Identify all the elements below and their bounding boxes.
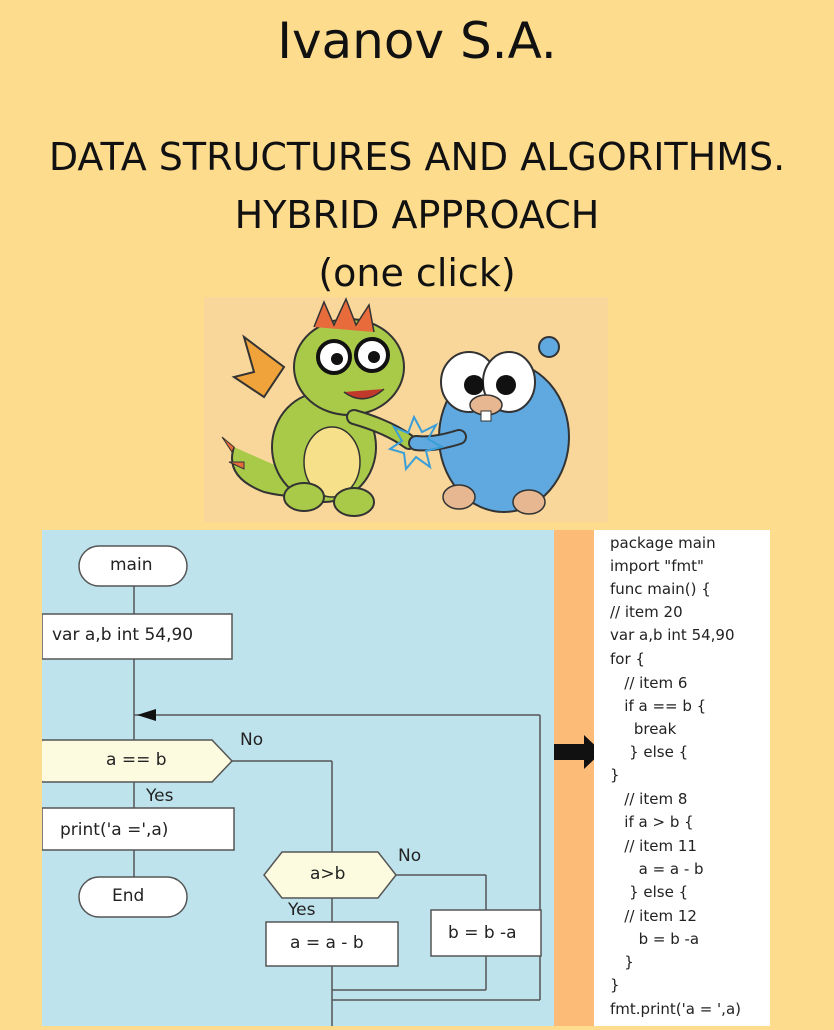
book-title: DATA STRUCTURES AND ALGORITHMS. HYBRID A…: [0, 128, 834, 302]
transition-strip: [554, 530, 602, 1026]
code-line: }: [610, 976, 620, 994]
flow-yes2-label: Yes: [288, 900, 316, 920]
code-line: a = a - b: [610, 860, 704, 878]
code-line: package main: [610, 534, 716, 552]
dragon-gopher-handshake-image: [221, 297, 570, 517]
cover-illustration: [204, 297, 608, 522]
code-line: import "fmt": [610, 557, 704, 575]
code-line: } else {: [610, 743, 689, 761]
flowchart-panel: main var a,b int 54,90 a == b No Yes pri…: [42, 530, 554, 1026]
code-line: }: [610, 953, 634, 971]
code-panel: package main import "fmt" func main() { …: [594, 530, 770, 1026]
title-line-2: HYBRID APPROACH: [234, 193, 600, 237]
code-line: } else {: [610, 883, 689, 901]
flow-print-label: print('a =',a): [60, 820, 169, 840]
title-line-1: DATA STRUCTURES AND ALGORITHMS.: [48, 135, 786, 179]
flow-yes1-label: Yes: [146, 786, 174, 806]
title-line-3: (one click): [318, 251, 516, 295]
flow-start-label: main: [110, 555, 153, 575]
code-line: var a,b int 54,90: [610, 626, 735, 644]
code-line: }: [610, 766, 620, 784]
code-line: for {: [610, 650, 645, 668]
flow-no1-label: No: [240, 730, 264, 750]
flow-end-label: End: [112, 886, 145, 906]
flow-declare-label: var a,b int 54,90: [52, 625, 194, 645]
code-line: // item 12: [610, 907, 697, 925]
code-line: func main() {: [610, 580, 711, 598]
code-line: if a == b {: [610, 697, 707, 715]
code-line: // item 8: [610, 790, 688, 808]
code-line: // item 6: [610, 674, 688, 692]
flow-assign-b-label: b = b -a: [448, 923, 517, 943]
code-line: if a > b {: [610, 813, 694, 831]
code-line: fmt.print('a = ',a): [610, 1000, 741, 1018]
code-line: // item 20: [610, 603, 683, 621]
code-line: // item 11: [610, 837, 697, 855]
code-line: b = b -a: [610, 930, 700, 948]
flow-condition2-label: a>b: [310, 864, 346, 884]
author-name: Ivanov S.A.: [277, 12, 557, 70]
flow-no2-label: No: [398, 846, 422, 866]
flow-assign-a-label: a = a - b: [290, 933, 364, 953]
right-arrow-icon: [554, 735, 602, 769]
flow-condition1-label: a == b: [106, 750, 167, 770]
code-line: break: [610, 720, 677, 738]
